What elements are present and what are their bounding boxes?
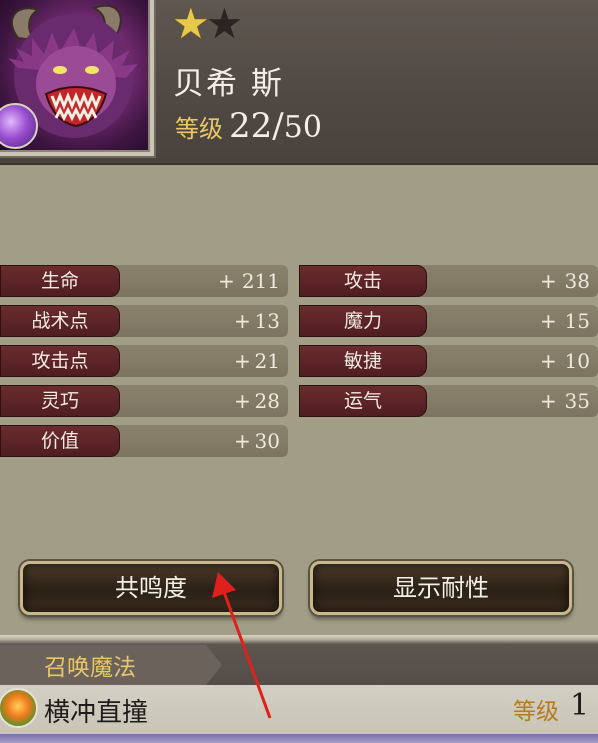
stat-plus: + [540,349,557,373]
stat-plus: + [540,309,557,333]
stat-value: 35 [564,389,590,413]
stat-label: 战术点 [0,305,120,337]
stat-value: 10 [564,349,590,373]
stat-label: 运气 [299,385,427,417]
show-resistance-button[interactable]: 显示耐性 [310,561,572,615]
stat-value: 28 [254,389,280,413]
stat-plus: + [540,389,557,413]
stat-label: 生命 [0,265,120,297]
stat-plus: + [234,389,251,413]
stat-value: 30 [254,429,280,453]
stat-row-mag: 魔力 + 15 [299,305,598,337]
character-header: ★ ★ 贝希 斯 等级 22/50 [0,0,598,165]
rarity-stars: ★ ★ [172,0,243,48]
stat-value: 21 [254,349,280,373]
stat-plus: + [234,309,251,333]
character-level: 等级 22/50 [175,106,322,146]
stat-row-dex: 灵巧 + 28 [0,385,288,417]
star-filled-icon: ★ [172,0,210,48]
stat-label: 价值 [0,425,120,457]
stat-value: 211 [241,269,280,293]
skill-name: 横冲直撞 [44,698,149,728]
level-current: 22 [229,106,273,146]
skill-row-bottom-bar [0,734,598,743]
stat-row-tp: 战术点 + 13 [0,305,288,337]
stat-row-atk: 攻击 + 38 [299,265,598,297]
stat-value: 38 [564,269,590,293]
stat-label: 攻击点 [0,345,120,377]
stat-row-ap: 攻击点 + 21 [0,345,288,377]
summon-section-title: 召唤魔法 [44,655,136,681]
stat-row-agi: 敏捷 + 10 [299,345,598,377]
stat-row-luck: 运气 + 35 [299,385,598,417]
character-name: 贝希 斯 [173,66,284,102]
stat-plus: + [218,269,235,293]
stat-row-value: 价值 + 30 [0,425,288,457]
level-separator: / [272,106,284,146]
stat-value: 13 [254,309,280,333]
level-label: 等级 [175,115,223,143]
stat-row-hp: 生命 + 211 [0,265,288,297]
level-max: 50 [283,110,322,145]
stat-plus: + [540,269,557,293]
stat-value: 15 [564,309,590,333]
skill-level-value: 1 [570,688,590,723]
stat-plus: + [234,429,251,453]
stat-label: 攻击 [299,265,427,297]
stat-label: 灵巧 [0,385,120,417]
stat-label: 魔力 [299,305,427,337]
star-empty-icon: ★ [205,0,244,48]
stat-label: 敏捷 [299,345,427,377]
resonance-button[interactable]: 共鸣度 [20,561,282,615]
stat-plus: + [234,349,251,373]
skill-level-label: 等级 [513,699,559,725]
